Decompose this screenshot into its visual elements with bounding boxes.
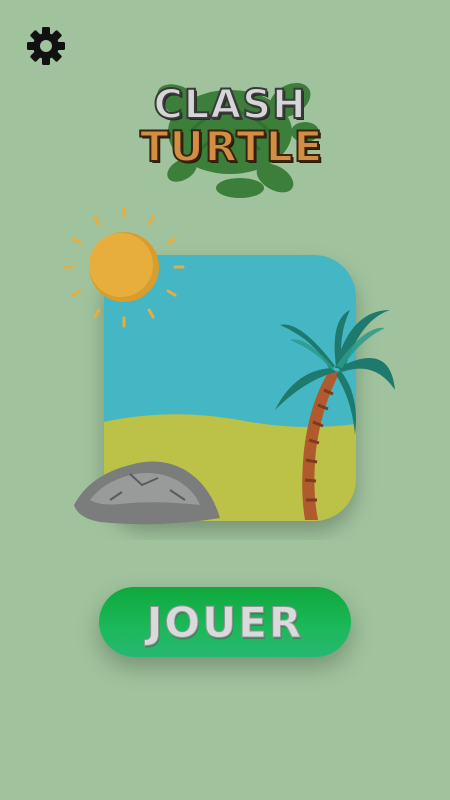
settings-button[interactable] (26, 26, 66, 66)
logo-title-line2: TURTLE (139, 121, 324, 172)
play-button-label: JOUER (146, 597, 304, 647)
gear-icon (27, 27, 65, 65)
play-button[interactable]: JOUER (99, 587, 351, 657)
level-illustration (63, 206, 395, 525)
level-preview[interactable] (60, 200, 405, 540)
game-logo: CLASH TURTLE (139, 60, 324, 200)
